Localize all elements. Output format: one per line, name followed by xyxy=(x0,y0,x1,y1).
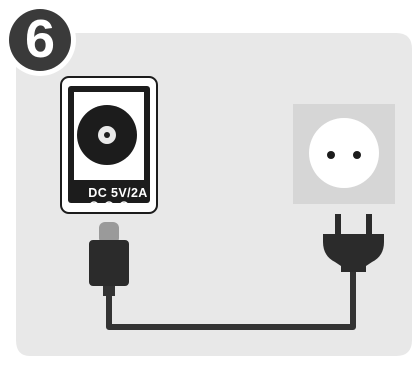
step-number: 6 xyxy=(24,8,56,69)
wall-socket-icon xyxy=(293,104,395,204)
dc-jack-label: DC 5V/2A xyxy=(88,186,148,200)
connection-diagram: 6 DC 5V/2A xyxy=(0,0,420,360)
